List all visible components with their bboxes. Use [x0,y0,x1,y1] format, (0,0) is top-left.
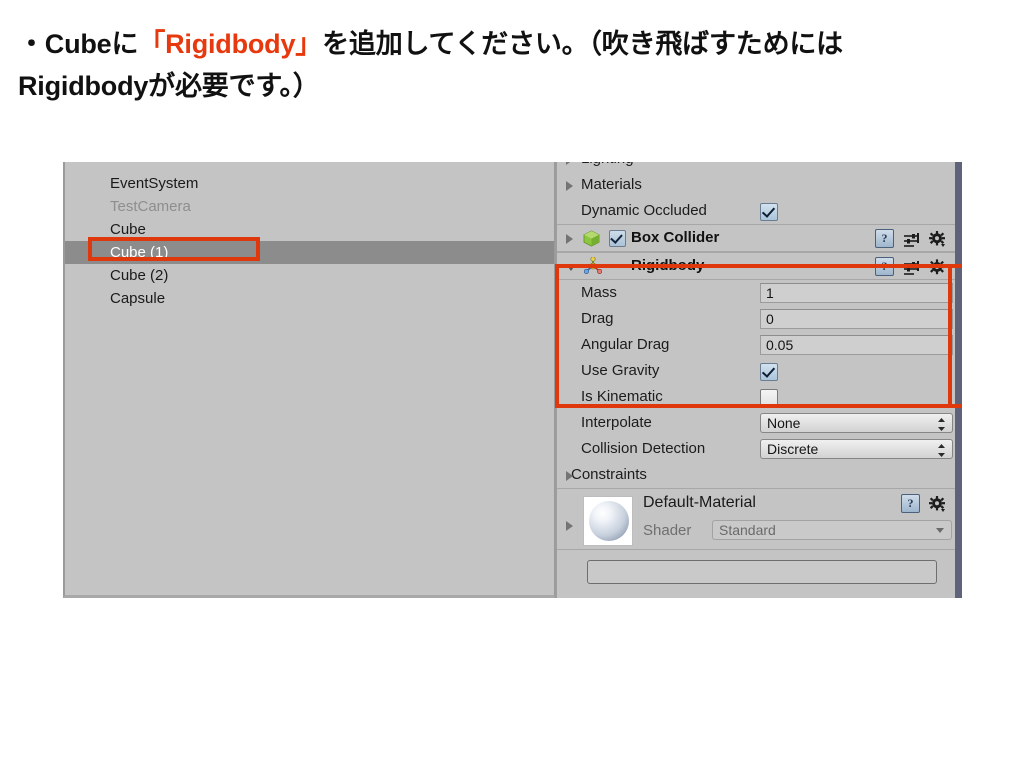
shader-dropdown-value: Standard [719,522,776,538]
interpolate-dropdown[interactable]: None [760,413,953,433]
component-title: Box Collider [631,229,720,246]
gear-icon[interactable] [929,230,945,247]
hierarchy-item-cube-2[interactable]: Cube (2) [65,264,554,287]
hierarchy-item-label: Cube (2) [110,267,169,284]
caption-line1-post: を追加してください。（吹き飛ばすためには [322,29,843,59]
use-gravity-checkbox[interactable] [760,363,778,381]
cube-icon [583,230,600,247]
property-label: Collision Detection [581,440,706,457]
rigidbody-row-is-kinematic[interactable]: Is Kinematic [557,384,955,410]
gear-icon[interactable] [929,258,945,275]
chevron-updown-icon [938,443,945,457]
property-label: Mass [581,284,617,301]
material-preview-block[interactable]: Default-Material Shader Standard ? [557,488,955,549]
hierarchy-list: EventSystem TestCamera Cube Cube (1) Cub… [65,172,554,310]
caption-line1-accent: 「Rigidbody」 [138,29,323,59]
component-header-icons: ? [875,228,945,248]
chevron-right-icon[interactable] [566,181,573,191]
hierarchy-item-label: Cube [110,221,146,238]
hierarchy-item-capsule[interactable]: Capsule [65,287,554,310]
rigidbody-axis-icon [583,256,603,275]
collision-detection-dropdown-value: Discrete [767,441,819,457]
help-icon[interactable]: ? [875,256,894,276]
rigidbody-row-interpolate[interactable]: Interpolate None [557,410,955,436]
caption-line1-pre: ・Cubeに [18,29,139,59]
inspector-content: Lighting Materials Dynamic Occluded [555,162,955,598]
inspector-panel[interactable]: Lighting Materials Dynamic Occluded [555,162,962,598]
chevron-right-icon[interactable] [566,471,573,481]
renderer-row-label: Dynamic Occluded [581,202,707,219]
caption-line2: Rigidbodyが必要です。） [18,70,320,101]
hierarchy-panel[interactable]: EventSystem TestCamera Cube Cube (1) Cub… [63,162,555,598]
chevron-right-icon[interactable] [566,162,573,165]
help-icon[interactable]: ? [901,494,920,513]
rigidbody-row-angular-drag[interactable]: Angular Drag 0.05 [557,332,955,358]
component-header-box-collider[interactable]: Box Collider ? [557,224,955,252]
property-label: Is Kinematic [581,388,663,405]
hierarchy-item-eventsystem[interactable]: EventSystem [65,172,554,195]
angular-drag-input[interactable]: 0.05 [760,335,953,355]
rigidbody-row-constraints[interactable]: Constraints [557,462,955,488]
property-label: Interpolate [581,414,652,431]
dynamic-occluded-checkbox[interactable] [760,203,778,221]
preset-icon[interactable] [903,259,920,275]
hierarchy-item-cube[interactable]: Cube [65,218,554,241]
hierarchy-item-label: Capsule [110,290,166,307]
material-name: Default-Material [643,494,756,511]
rigidbody-row-mass[interactable]: Mass 1 [557,280,955,306]
rigidbody-row-collision-detection[interactable]: Collision Detection Discrete [557,436,955,462]
help-icon[interactable]: ? [875,228,894,248]
hierarchy-item-cube-1[interactable]: Cube (1) [65,241,554,264]
rigidbody-row-drag[interactable]: Drag 0 [557,306,955,332]
shader-label: Shader [643,522,692,539]
mass-input[interactable]: 1 [760,283,953,303]
renderer-row-materials[interactable]: Materials [557,172,955,198]
rigidbody-row-use-gravity[interactable]: Use Gravity [557,358,955,384]
box-collider-enabled-checkbox[interactable] [609,230,626,247]
hierarchy-item-label: Cube (1) [110,244,169,261]
is-kinematic-checkbox[interactable] [760,389,778,407]
preset-icon[interactable] [903,231,920,247]
hierarchy-item-label: TestCamera [110,198,191,215]
shader-dropdown[interactable]: Standard [712,520,952,540]
renderer-row-label: Materials [581,176,642,193]
material-preview-thumbnail [583,496,633,546]
property-label: Angular Drag [581,336,670,353]
add-component-button[interactable] [587,560,937,584]
component-title: Rigidbody [631,257,705,274]
inspector-scrollbar[interactable] [955,162,962,598]
material-header-icons: ? [901,494,945,513]
unity-editor-screenshot: EventSystem TestCamera Cube Cube (1) Cub… [63,162,962,598]
material-sphere-preview [589,501,629,541]
renderer-row-dynamic-occluded[interactable]: Dynamic Occluded [557,198,955,224]
property-label: Constraints [571,466,647,483]
chevron-updown-icon [938,417,945,431]
gear-icon[interactable] [929,495,945,512]
renderer-row-lighting[interactable]: Lighting [557,162,955,172]
inspector-trailing-block [557,549,955,584]
slide-caption: ・Cubeに「Rigidbody」を追加してください。（吹き飛ばすためには Ri… [18,24,1008,108]
interpolate-dropdown-value: None [767,415,801,431]
chevron-down-icon[interactable] [566,264,576,271]
drag-input[interactable]: 0 [760,309,953,329]
component-header-icons: ? [875,256,945,276]
property-label: Use Gravity [581,362,660,379]
collision-detection-dropdown[interactable]: Discrete [760,439,953,459]
inspector-clipped-row: Lighting [557,162,955,172]
chevron-right-icon[interactable] [566,234,573,244]
component-header-rigidbody[interactable]: Rigidbody ? [557,252,955,280]
chevron-down-icon [936,528,944,533]
hierarchy-item-label: EventSystem [110,175,199,192]
renderer-row-label: Lighting [581,162,634,172]
property-label: Drag [581,310,614,327]
chevron-right-icon[interactable] [566,521,573,531]
hierarchy-item-testcamera[interactable]: TestCamera [65,195,554,218]
